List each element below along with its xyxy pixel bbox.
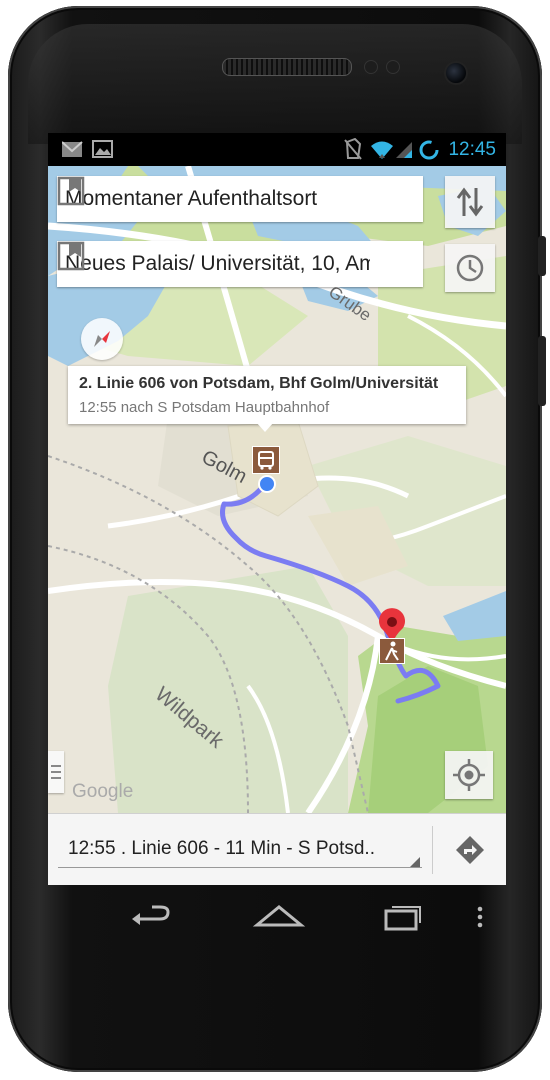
directions-icon[interactable]	[450, 830, 490, 870]
signal-icon	[396, 142, 412, 158]
route-select-underline	[58, 867, 422, 868]
proximity-sensor	[364, 60, 378, 74]
no-sim-icon	[344, 138, 362, 160]
tooltip-title: 2. Linie 606 von Potsdam, Bhf Golm/Unive…	[79, 375, 439, 392]
walk-marker[interactable]	[379, 638, 405, 664]
swap-icon	[456, 187, 484, 217]
status-bar: 12:45	[48, 133, 506, 166]
wifi-icon	[371, 141, 393, 159]
walk-icon	[385, 641, 399, 661]
to-input[interactable]	[65, 241, 370, 287]
to-field[interactable]	[57, 241, 423, 287]
phone-bezel-top	[28, 24, 522, 144]
divider	[432, 826, 433, 874]
bookmark-icon[interactable]	[57, 241, 85, 271]
tooltip-arrow	[256, 422, 274, 432]
sync-icon	[419, 140, 439, 160]
status-time: 12:45	[448, 139, 496, 160]
system-nav-bar	[48, 885, 506, 949]
bus-stop-icon	[258, 451, 274, 470]
earpiece-speaker	[222, 58, 352, 76]
transit-stop-tooltip[interactable]: 2. Linie 606 von Potsdam, Bhf Golm/Unive…	[68, 366, 466, 424]
route-panel: 12:55 . Linie 606 - 11 Min - S Potsd..	[48, 813, 506, 885]
swap-button[interactable]	[445, 176, 495, 228]
bus-stop-marker[interactable]	[252, 446, 280, 474]
bookmark-icon[interactable]	[57, 176, 85, 206]
home-icon[interactable]	[251, 895, 307, 939]
route-summary: 12:55 . Linie 606 - 11 Min - S Potsd..	[68, 838, 375, 859]
notification-gmail-icon	[62, 141, 83, 157]
from-input[interactable]	[65, 176, 370, 222]
layers-menu-tab[interactable]	[48, 751, 64, 793]
notification-gallery-icon	[92, 140, 113, 158]
from-field[interactable]	[57, 176, 423, 222]
compass-icon	[94, 331, 110, 347]
map-view[interactable]: Golm Grube Wildpark Google Momentaner Au…	[48, 166, 506, 813]
google-logo: Google	[72, 781, 134, 802]
back-icon[interactable]	[126, 895, 176, 939]
clock-icon	[456, 254, 484, 282]
route-select[interactable]: 12:55 . Linie 606 - 11 Min - S Potsd..	[58, 822, 422, 876]
screen: 12:45 Golm Grube Wildpark Google Momenta…	[48, 133, 506, 885]
my-location-icon	[453, 759, 485, 791]
dropdown-caret-icon	[410, 857, 420, 867]
compass-button[interactable]	[81, 318, 123, 360]
current-location-dot	[258, 475, 276, 493]
recent-apps-icon[interactable]	[378, 895, 428, 939]
my-location-button[interactable]	[445, 751, 493, 799]
tooltip-subtitle: 12:55 nach S Potsdam Hauptbahnhof	[79, 399, 330, 416]
front-camera	[444, 61, 468, 85]
light-sensor	[386, 60, 400, 74]
time-options-button[interactable]	[445, 244, 495, 292]
volume-button	[538, 336, 546, 406]
power-button	[538, 236, 546, 276]
menu-icon	[51, 765, 61, 779]
overflow-icon[interactable]	[474, 895, 486, 939]
